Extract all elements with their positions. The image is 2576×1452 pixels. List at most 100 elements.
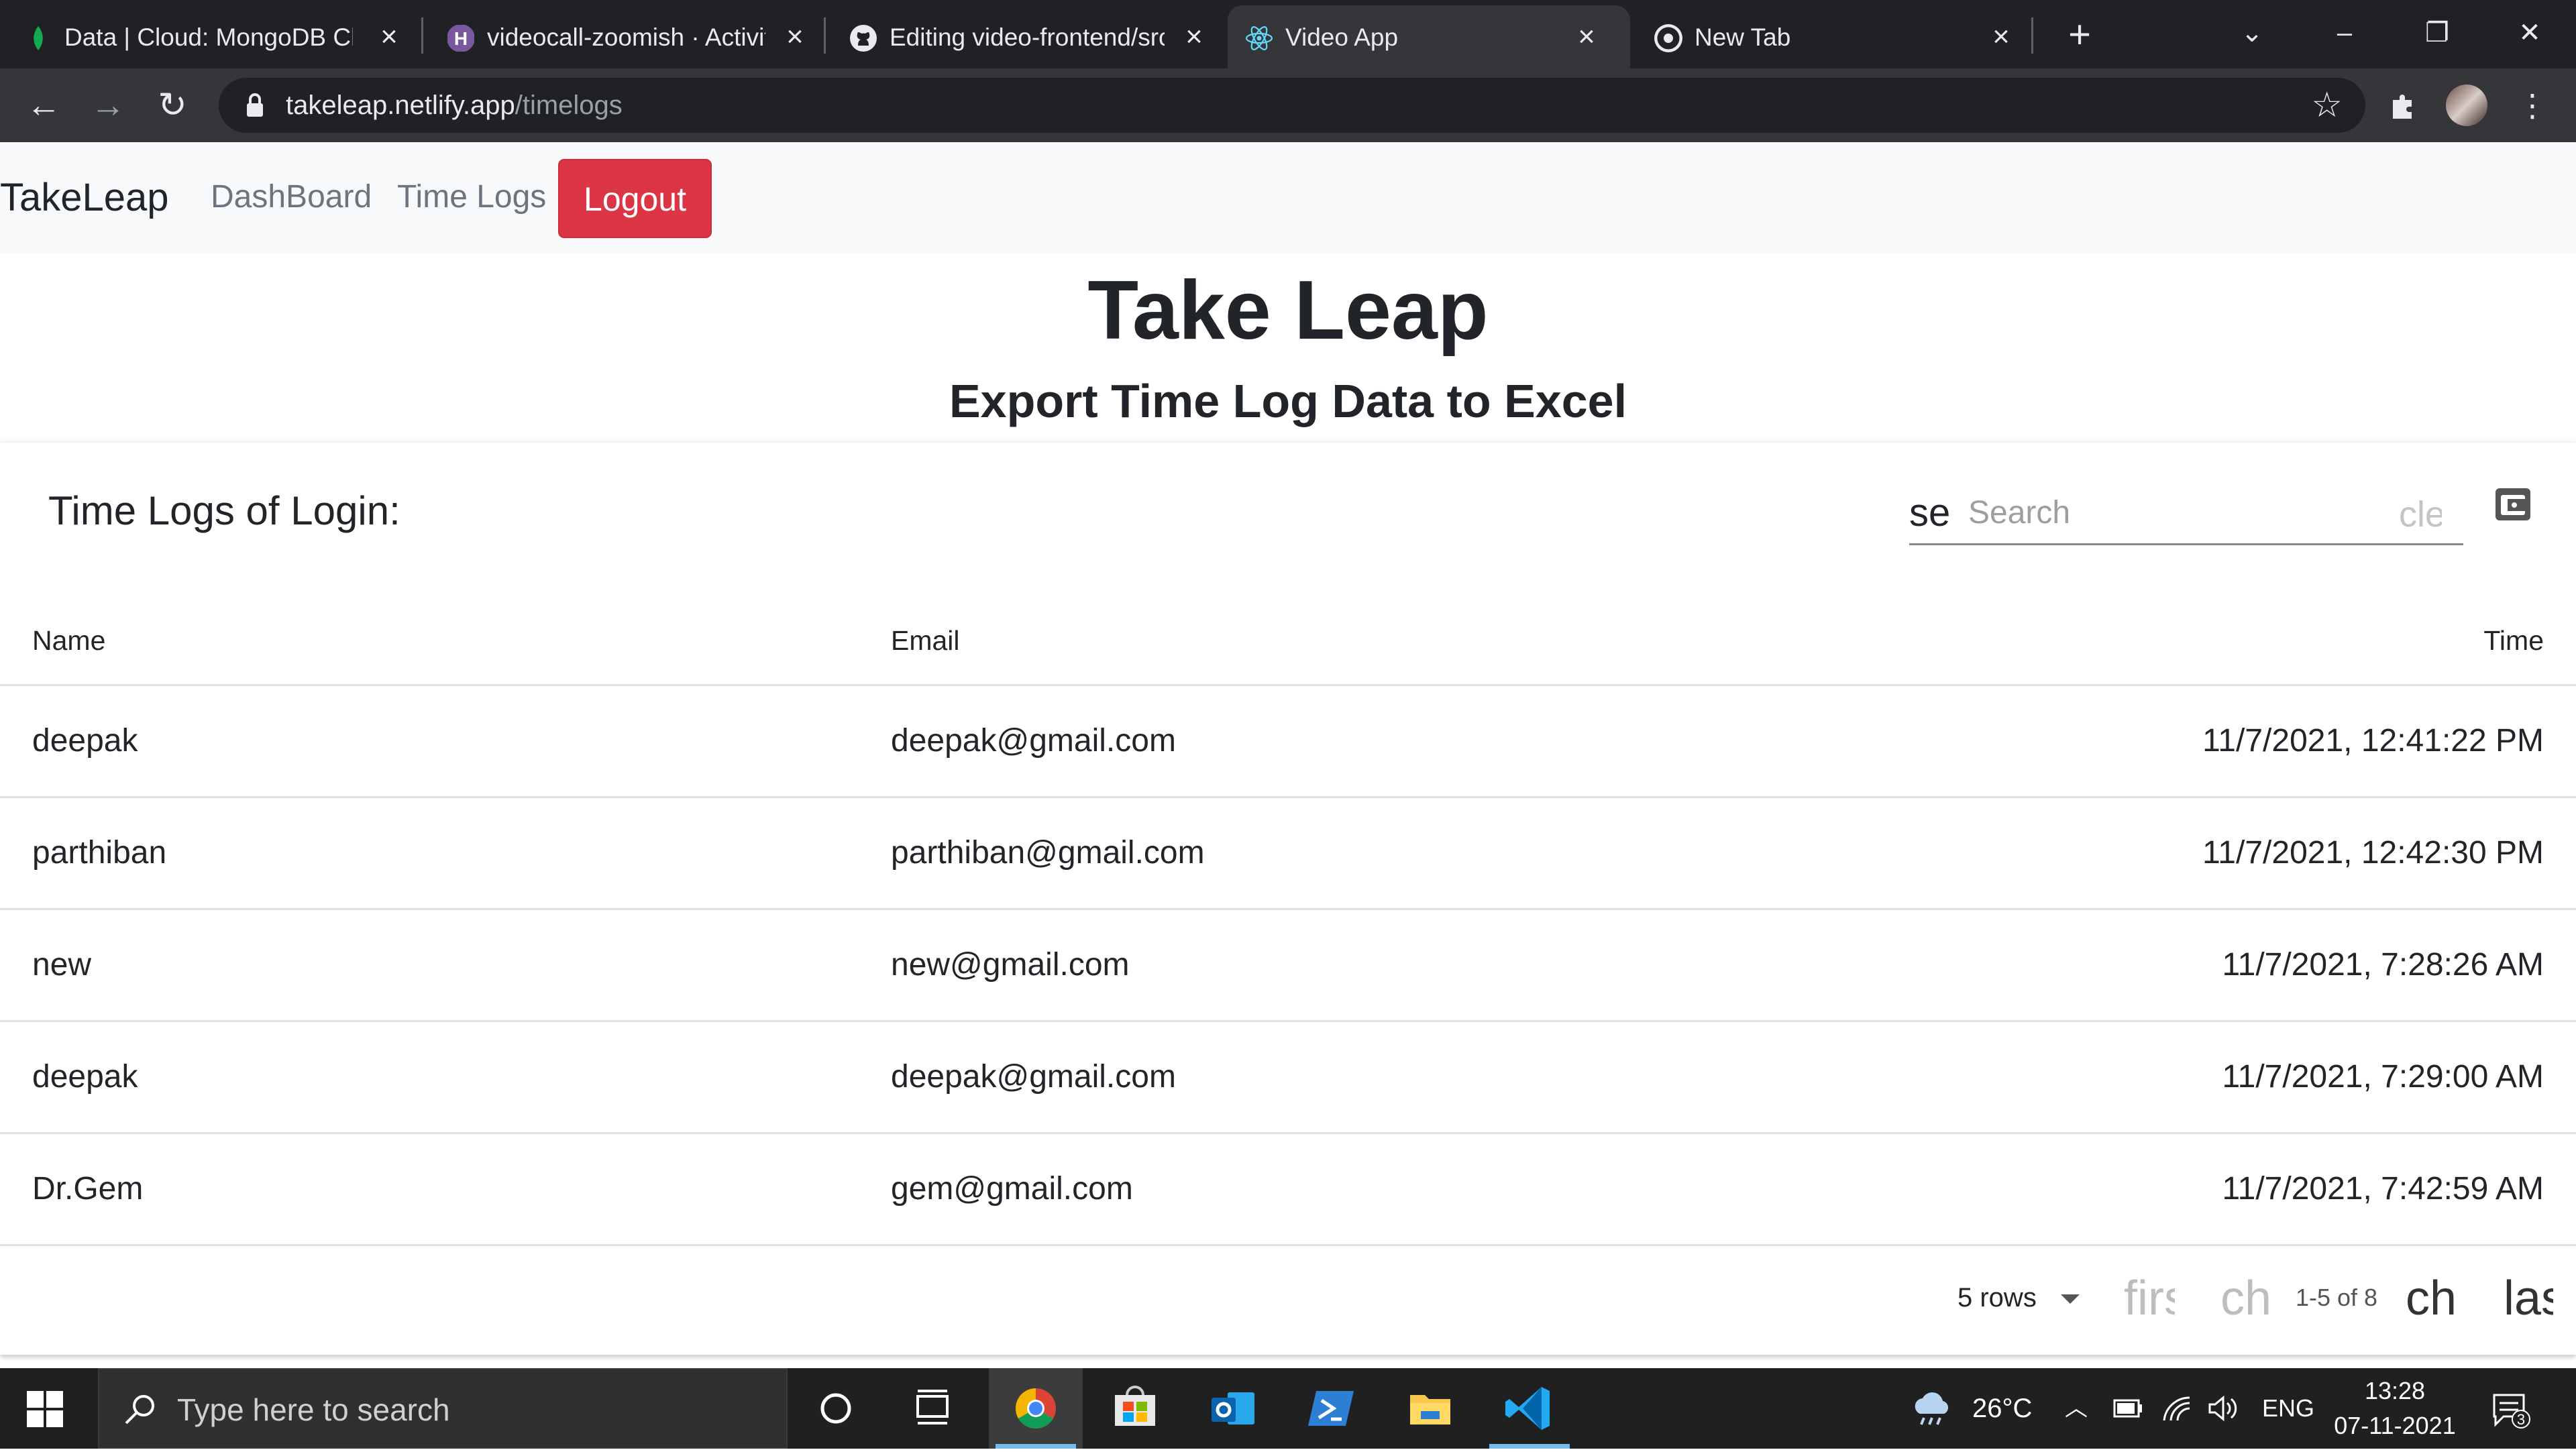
cell-time: 11/7/2021, 7:29:00 AM [2222,1059,2544,1095]
browser-toolbar: ← → ↻ takeleap.netlify.app/timelogs ☆ ⋮ [0,68,2576,142]
table-row: new new@gmail.com 11/7/2021, 7:28:26 AM [0,910,2576,1022]
search-field[interactable]: se clear [1909,478,2463,545]
cortana-icon[interactable] [789,1368,883,1449]
more-menu-icon[interactable]: ⋮ [2512,85,2553,126]
task-view-icon[interactable] [885,1368,979,1449]
windows-start-icon[interactable] [27,1391,63,1427]
chevron-up-icon[interactable]: ︿ [2065,1368,2088,1449]
tab-github[interactable]: Editing video-frontend/src × [832,5,1228,68]
close-icon[interactable]: × [372,20,406,54]
rows-per-page-value: 5 rows [1957,1283,2037,1313]
powershell-icon[interactable] [1284,1368,1378,1449]
search-input[interactable] [1967,488,2345,537]
nav-link-time-logs[interactable]: Time Logs [397,176,546,219]
cell-email: gem@gmail.com [891,1171,1133,1207]
clock-date: 07-11-2021 [2334,1412,2456,1439]
chrome-icon [1654,24,1682,52]
windows-taskbar: Type here to search 26°C ︿ ENG 13:28 07-… [0,1368,2576,1449]
profile-avatar[interactable] [2446,85,2487,126]
nav-link-dashboard[interactable]: DashBoard [211,176,372,219]
active-indicator [1489,1444,1570,1449]
restore-icon[interactable]: ❐ [2407,9,2467,56]
cell-email: new@gmail.com [891,947,1130,983]
react-icon [1245,26,1273,50]
extensions-icon[interactable] [2381,85,2423,126]
rows-per-page-select[interactable]: 5 rows [1957,1274,2080,1321]
tab-separator [421,17,423,54]
tab-video-app[interactable]: Video App × [1228,5,1630,68]
chevron-down-icon [2060,1294,2080,1304]
column-header-name[interactable]: Name [32,597,105,684]
browser-chrome: Data | Cloud: MongoDB Cloud × H videocal… [0,0,2576,142]
table-title: Time Logs of Login: [48,488,400,533]
volume-icon[interactable] [2207,1394,2241,1423]
cell-name: deepak [32,723,138,759]
cell-name: deepak [32,1059,138,1095]
page-title: Take Leap [1087,264,1489,357]
mongodb-leaf-icon [34,26,43,50]
cell-time: 11/7/2021, 12:41:22 PM [2202,723,2544,759]
logout-button[interactable]: Logout [558,159,712,238]
url-text: takeleap.netlify.app/timelogs [286,78,623,133]
chrome-taskbar-icon[interactable] [989,1368,1083,1449]
wifi-icon[interactable] [2161,1394,2192,1423]
search-icon: se [1909,491,1951,535]
weather-temperature[interactable]: 26°C [1972,1368,2032,1449]
url-path: /timelogs [515,91,623,120]
time-logs-table-card: Time Logs of Login: se clear Name Email … [0,443,2576,1355]
table-row: deepak deepak@gmail.com 11/7/2021, 7:29:… [0,1022,2576,1134]
taskbar-clock[interactable]: 13:28 07-11-2021 [2328,1374,2462,1443]
table-header-row: Name Email Time [0,597,2576,686]
close-window-icon[interactable]: ✕ [2500,9,2560,56]
close-icon[interactable]: × [1570,20,1603,54]
tab-heroku[interactable]: H videocall-zoomish · Activity × [429,5,832,68]
notification-badge: 3 [2517,1411,2525,1428]
close-icon[interactable]: × [1984,20,2018,54]
next-page-icon[interactable]: chevron_right [2406,1265,2457,1332]
search-icon [125,1395,154,1425]
weather-cloud-icon[interactable] [1909,1387,1956,1430]
cell-time: 11/7/2021, 7:42:59 AM [2222,1171,2544,1207]
column-header-time[interactable]: Time [2483,597,2544,684]
pagination-info: 1-5 of 8 [2296,1284,2378,1311]
language-indicator[interactable]: ENG [2262,1368,2314,1449]
cell-name: parthiban [32,835,167,871]
previous-page-icon[interactable]: chevron_left [2220,1265,2271,1332]
save-alt-icon[interactable] [2493,484,2533,524]
last-page-icon[interactable]: last_page [2504,1265,2553,1332]
close-icon[interactable]: × [1177,20,1211,54]
cell-name: Dr.Gem [32,1171,144,1207]
tab-mongodb[interactable]: Data | Cloud: MongoDB Cloud × [7,5,416,68]
close-icon[interactable]: × [778,20,812,54]
cell-email: deepak@gmail.com [891,1059,1176,1095]
clock-time: 13:28 [2364,1377,2426,1404]
taskbar-search-box[interactable]: Type here to search [98,1368,788,1449]
page-subtitle: Export Time Log Data to Excel [949,375,1627,427]
forward-icon[interactable]: → [85,82,131,129]
address-bar[interactable]: takeleap.netlify.app/timelogs ☆ [219,78,2365,133]
column-header-email[interactable]: Email [891,597,960,684]
brand-logo[interactable]: TakeLeap [0,174,169,221]
battery-icon[interactable] [2110,1396,2144,1420]
notification-center-icon[interactable]: 3 [2490,1391,2530,1429]
table-row: deepak deepak@gmail.com 11/7/2021, 12:41… [0,686,2576,798]
minimize-icon[interactable]: – [2314,9,2375,56]
bookmark-star-icon[interactable]: ☆ [2311,86,2343,125]
clear-icon[interactable]: clear [2399,491,2442,538]
cell-name: new [32,947,92,983]
tab-title: videocall-zoomish · Activity [487,23,765,51]
back-icon[interactable]: ← [20,82,67,129]
github-icon [850,25,877,52]
tab-separator [824,17,826,54]
taskbar-search-placeholder: Type here to search [177,1392,450,1427]
file-explorer-icon[interactable] [1383,1368,1477,1449]
tab-strip: Data | Cloud: MongoDB Cloud × H videocal… [0,0,2576,68]
tab-search-icon[interactable]: ⌄ [2222,9,2282,56]
new-tab-icon[interactable]: + [2059,15,2100,55]
store-icon[interactable] [1088,1368,1182,1449]
outlook-icon[interactable] [1186,1368,1280,1449]
reload-icon[interactable]: ↻ [149,82,196,129]
tab-new-tab[interactable]: New Tab × [1637,5,2039,68]
vscode-icon[interactable] [1483,1368,1576,1449]
first-page-icon[interactable]: first_page [2124,1265,2175,1332]
